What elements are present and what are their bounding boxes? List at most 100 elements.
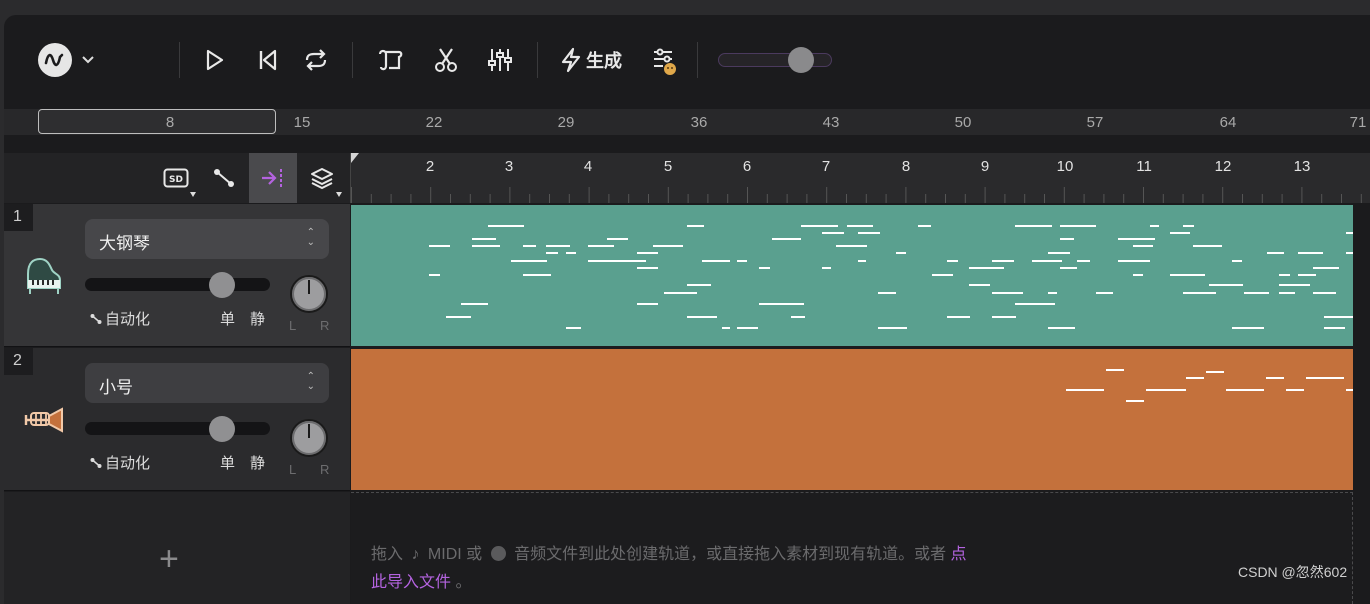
automation-button[interactable]: 自动化 bbox=[90, 308, 150, 329]
trumpet-midi-clip[interactable] bbox=[351, 349, 1353, 490]
pan-knob[interactable] bbox=[290, 275, 328, 313]
instrument-name: 大钢琴 bbox=[99, 234, 150, 253]
sd-icon: SD bbox=[163, 168, 189, 188]
overview-label: 8 bbox=[165, 114, 175, 131]
sd-quality-button[interactable]: SD bbox=[152, 153, 200, 203]
logo-menu-button[interactable] bbox=[38, 43, 95, 77]
automation-label: 自动化 bbox=[105, 455, 151, 472]
skip-to-start-button[interactable] bbox=[254, 46, 282, 74]
zoom-slider-track[interactable] bbox=[718, 53, 832, 67]
volume-slider-thumb[interactable] bbox=[209, 416, 235, 442]
midi-note bbox=[992, 260, 1014, 262]
midi-note bbox=[1324, 327, 1345, 329]
midi-note bbox=[801, 225, 825, 227]
bar-number: 9 bbox=[980, 158, 990, 175]
midi-note bbox=[1133, 245, 1153, 247]
midi-note bbox=[618, 260, 646, 262]
midi-note bbox=[1118, 260, 1150, 262]
midi-note bbox=[822, 267, 831, 269]
midi-note bbox=[1313, 252, 1323, 254]
pan-left-label: L bbox=[289, 318, 297, 333]
layers-button[interactable] bbox=[298, 153, 346, 203]
mixer-button[interactable] bbox=[486, 46, 514, 74]
timeline-ruler[interactable]: 2 3 4 5 6 7 8 9 10 11 12 13 bbox=[350, 153, 1370, 203]
zoom-slider-thumb[interactable] bbox=[788, 47, 814, 73]
midi-note bbox=[523, 245, 536, 247]
playhead-marker[interactable] bbox=[351, 153, 359, 163]
mute-button[interactable]: 静 bbox=[250, 452, 265, 473]
overview-label: 43 bbox=[822, 114, 840, 131]
select-arrows-icon: ⌃ ⌄ bbox=[306, 227, 315, 248]
scissors-icon bbox=[435, 48, 457, 72]
solo-button[interactable]: 单 bbox=[220, 452, 235, 473]
instrument-select[interactable]: 大钢琴 ⌃ ⌄ bbox=[85, 219, 329, 259]
midi-note bbox=[1324, 316, 1353, 318]
midi-note bbox=[759, 267, 770, 269]
toolbar-divider bbox=[697, 42, 698, 78]
midi-note bbox=[1077, 260, 1090, 262]
dropdown-caret-icon bbox=[336, 192, 342, 197]
automation-icon bbox=[90, 313, 102, 324]
midi-note bbox=[1133, 238, 1155, 240]
midi-note bbox=[1193, 245, 1222, 247]
solo-button[interactable]: 单 bbox=[220, 308, 235, 329]
drop-hint: 拖入 ♪ MIDI 或 音频文件到此处创建轨道，或直接拖入素材到现有轨道。或者 … bbox=[371, 541, 971, 597]
clip-overflow-edge bbox=[1353, 205, 1370, 346]
overview-ruler[interactable]: 8 15 22 29 36 43 50 57 64 71 bbox=[4, 109, 1370, 135]
automation-curve-button[interactable] bbox=[200, 153, 248, 203]
midi-note bbox=[1048, 292, 1057, 294]
curve-node-icon bbox=[214, 169, 234, 187]
midi-note bbox=[566, 327, 581, 329]
midi-note bbox=[702, 260, 730, 262]
track-row-trumpet[interactable]: 2 小号 ⌃ ⌄ 自动化 单 静 L R bbox=[4, 348, 350, 491]
volume-slider-track[interactable] bbox=[85, 278, 270, 291]
overview-viewport-window[interactable] bbox=[38, 109, 276, 134]
midi-note bbox=[822, 232, 844, 234]
generation-settings-button[interactable] bbox=[650, 46, 680, 76]
midi-note bbox=[607, 238, 628, 240]
midi-note bbox=[1060, 225, 1096, 227]
play-button[interactable] bbox=[200, 46, 228, 74]
midi-note bbox=[1232, 327, 1264, 329]
midi-note bbox=[1232, 260, 1242, 262]
mute-button[interactable]: 静 bbox=[250, 308, 265, 329]
midi-note bbox=[637, 252, 658, 254]
midi-note bbox=[472, 238, 496, 240]
midi-note bbox=[687, 225, 704, 227]
add-track-button[interactable]: + bbox=[159, 542, 179, 576]
overview-label: 57 bbox=[1086, 114, 1104, 131]
volume-slider-thumb[interactable] bbox=[209, 272, 235, 298]
score-button[interactable] bbox=[376, 46, 406, 74]
instrument-select[interactable]: 小号 ⌃ ⌄ bbox=[85, 363, 329, 403]
automation-button[interactable]: 自动化 bbox=[90, 452, 150, 473]
generate-label: 生成 bbox=[586, 51, 622, 72]
midi-note bbox=[546, 245, 570, 247]
track-number: 2 bbox=[4, 348, 33, 375]
bar-number: 3 bbox=[504, 158, 514, 175]
toolbar-divider bbox=[352, 42, 353, 78]
midi-note bbox=[878, 292, 896, 294]
pan-knob[interactable] bbox=[290, 419, 328, 457]
cut-button[interactable] bbox=[432, 46, 460, 74]
loop-button[interactable] bbox=[302, 46, 330, 74]
midi-note bbox=[588, 260, 618, 262]
drop-zone[interactable]: 拖入 ♪ MIDI 或 音频文件到此处创建轨道，或直接拖入素材到现有轨道。或者 … bbox=[351, 492, 1353, 604]
midi-note bbox=[1048, 327, 1075, 329]
midi-note bbox=[1298, 274, 1309, 276]
overview-label: 50 bbox=[954, 114, 972, 131]
midi-note bbox=[1183, 225, 1194, 227]
midi-note bbox=[858, 232, 880, 234]
midi-note bbox=[511, 260, 547, 262]
overview-label: 15 bbox=[293, 114, 311, 131]
piano-midi-clip[interactable] bbox=[351, 205, 1353, 346]
toolbar-divider bbox=[179, 42, 180, 78]
volume-slider-track[interactable] bbox=[85, 422, 270, 435]
midi-note bbox=[947, 316, 970, 318]
midi-note bbox=[947, 260, 958, 262]
midi-note bbox=[896, 252, 906, 254]
track-row-piano[interactable]: 1 大钢琴 ⌃ ⌄ 自动化 单 静 L R bbox=[4, 204, 350, 347]
generate-button[interactable]: 生成 bbox=[560, 45, 622, 75]
daw-app: 生成 8 15 22 29 36 43 50 57 64 71 SD 2 3 4… bbox=[4, 15, 1370, 604]
snap-to-grid-button[interactable] bbox=[249, 153, 297, 203]
overview-label: 29 bbox=[557, 114, 575, 131]
